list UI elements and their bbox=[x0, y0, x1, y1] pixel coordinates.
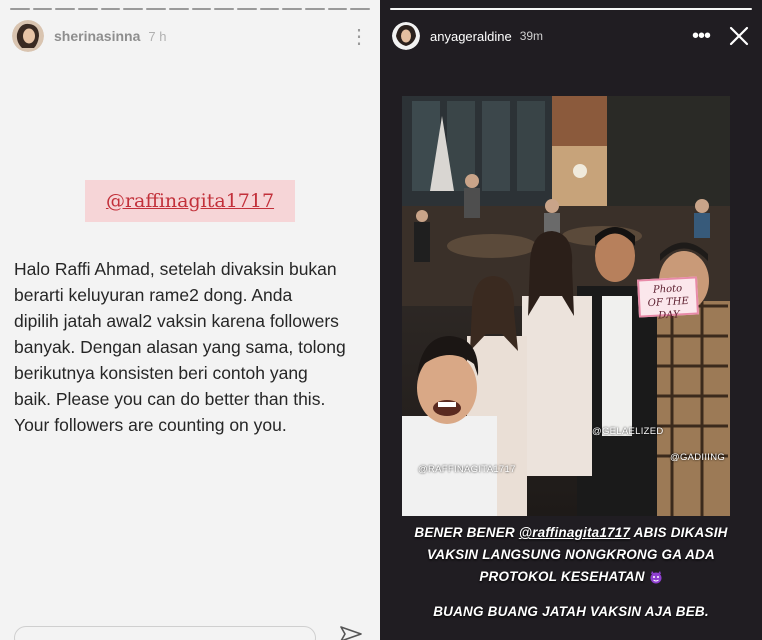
progress-segment bbox=[327, 8, 348, 10]
progress-segment bbox=[32, 8, 53, 10]
progress-segment bbox=[214, 8, 234, 10]
devil-emoji-icon bbox=[650, 571, 662, 584]
caption-text: BENER BENER bbox=[414, 525, 519, 540]
user-tag[interactable]: @RAFFINAGITA1717 bbox=[418, 464, 516, 475]
story-photo: Photo OF THE DAY @GELAELIZED @RAFFINAGIT… bbox=[402, 96, 730, 516]
progress-segment bbox=[304, 8, 325, 10]
story-header: sherinasinna 7 h ⋮ bbox=[12, 18, 369, 54]
story-text: Halo Raffi Ahmad, setelah divaksin bukan… bbox=[14, 259, 346, 435]
post-time: 7 h bbox=[148, 28, 167, 44]
progress-segment bbox=[168, 8, 189, 10]
story-progress-bar bbox=[10, 8, 370, 10]
progress-segment bbox=[123, 8, 144, 10]
progress-segment bbox=[259, 8, 280, 10]
post-time: 39m bbox=[519, 29, 544, 43]
progress-segment bbox=[191, 8, 212, 10]
reply-input[interactable] bbox=[14, 626, 316, 640]
username[interactable]: sherinasinna bbox=[54, 28, 140, 44]
progress-segment bbox=[10, 8, 30, 10]
right-story-panel: anyageraldine 39m ••• Photo OF THE DAY @… bbox=[380, 0, 762, 640]
progress-segment bbox=[282, 8, 302, 10]
left-story-panel: sherinasinna 7 h ⋮ @raffinagita1717 Halo… bbox=[0, 0, 380, 640]
progress-segment bbox=[236, 8, 257, 10]
progress-segment bbox=[55, 8, 76, 10]
caption-text: ABIS DIKASIH bbox=[630, 525, 728, 540]
avatar[interactable] bbox=[12, 20, 44, 52]
user-tag[interactable]: @GADIIING bbox=[670, 452, 725, 463]
caption-text: VAKSIN LANGSUNG NONGKRONG GA ADA bbox=[427, 547, 715, 562]
mention-sticker-text[interactable]: @raffinagita1717 bbox=[106, 190, 274, 212]
story-caption: BENER BENER @raffinagita1717 ABIS DIKASI… bbox=[380, 522, 762, 588]
progress-segment bbox=[78, 8, 98, 10]
send-icon[interactable] bbox=[340, 626, 362, 640]
progress-segment bbox=[390, 8, 752, 10]
story-caption-bottom: BUANG BUANG JATAH VAKSIN AJA BEB. bbox=[433, 604, 709, 619]
story-progress-bar bbox=[390, 8, 752, 10]
caption-mention[interactable]: @raffinagita1717 bbox=[519, 525, 630, 540]
close-icon[interactable] bbox=[728, 25, 750, 47]
mention-sticker[interactable]: @raffinagita1717 bbox=[85, 180, 295, 222]
progress-segment bbox=[350, 8, 370, 10]
progress-segment bbox=[100, 8, 121, 10]
user-tag[interactable]: @GELAELIZED bbox=[592, 426, 664, 437]
progress-segment bbox=[146, 8, 166, 10]
photo-of-the-day-sign: Photo OF THE DAY bbox=[637, 276, 699, 322]
username[interactable]: anyageraldine bbox=[430, 29, 512, 44]
story-header: anyageraldine 39m ••• bbox=[392, 18, 750, 54]
more-horizontal-icon[interactable]: ••• bbox=[692, 25, 711, 48]
caption-text: PROTOKOL KESEHATAN bbox=[479, 569, 645, 584]
avatar[interactable] bbox=[392, 22, 420, 50]
more-vertical-icon[interactable]: ⋮ bbox=[349, 24, 369, 49]
